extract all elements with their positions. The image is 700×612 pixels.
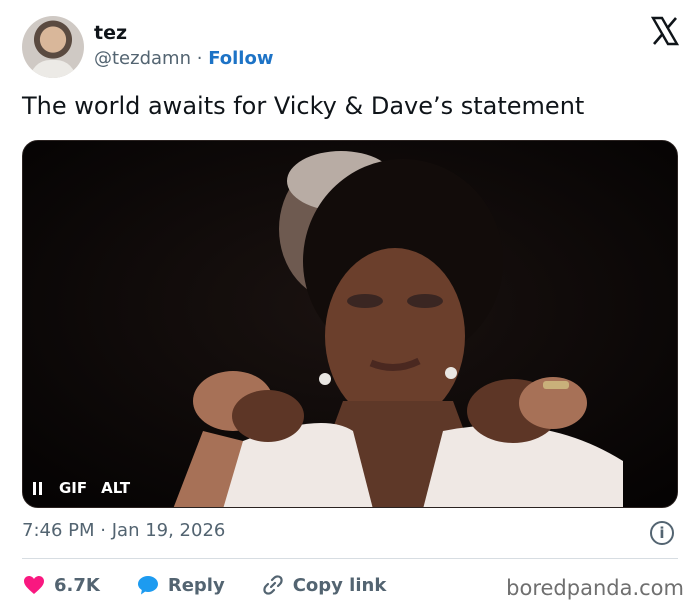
author-name[interactable]: tez [94, 22, 127, 44]
timestamp[interactable]: 7:46 PM · Jan 19, 2026 [22, 520, 225, 541]
handle-separator: · [196, 48, 203, 69]
avatar-shirt [30, 60, 76, 78]
reply-bubble-icon [137, 576, 158, 595]
divider [22, 558, 678, 559]
action-bar: 6.7K Reply Copy link [22, 570, 422, 600]
tweet-time: 7:46 PM [22, 520, 95, 541]
copy-link-button[interactable]: Copy link [261, 573, 387, 597]
watermark: boredpanda.com [506, 576, 684, 600]
link-icon [263, 575, 283, 595]
timestamp-separator: · [100, 520, 106, 541]
heart-icon [24, 576, 44, 594]
pause-icon[interactable] [33, 481, 45, 495]
media-gif[interactable]: GIF ALT [22, 140, 678, 508]
info-icon[interactable]: i [650, 521, 674, 545]
follow-button[interactable]: Follow [208, 48, 273, 69]
media-controls: GIF ALT [33, 479, 130, 497]
avatar[interactable] [22, 16, 84, 78]
copy-link-label: Copy link [292, 574, 387, 596]
reply-button[interactable]: Reply [136, 573, 225, 597]
like-button[interactable]: 6.7K [22, 573, 100, 597]
author-handle[interactable]: @tezdamn [94, 48, 191, 69]
tweet-text: The world awaits for Vicky & Dave’s stat… [22, 92, 585, 120]
tweet-date: Jan 19, 2026 [111, 520, 226, 541]
reply-label: Reply [167, 574, 225, 596]
handle-row: @tezdamn · Follow [94, 48, 273, 69]
like-count: 6.7K [54, 574, 100, 596]
gif-frame [23, 141, 677, 507]
alt-badge[interactable]: ALT [101, 479, 130, 497]
x-logo-icon[interactable] [650, 16, 680, 46]
gif-badge: GIF [59, 479, 88, 497]
tweet-header: tez @tezdamn · Follow [22, 14, 682, 80]
